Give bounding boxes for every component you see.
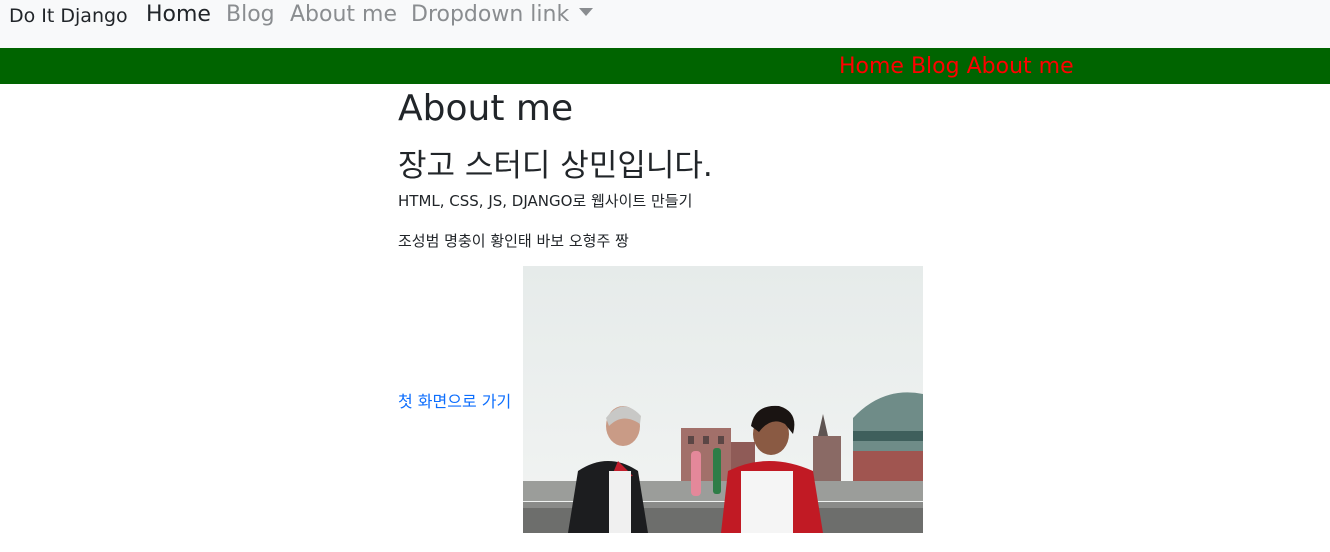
nav-dropdown-toggle[interactable]: Dropdown link [411, 2, 594, 27]
caret-down-icon [579, 8, 594, 16]
dropdown-label: Dropdown link [411, 2, 570, 27]
sub-nav-links: Home Blog About me [839, 54, 1074, 79]
sub-nav-link-blog[interactable]: Blog [911, 54, 960, 79]
page-subtitle: 장고 스터디 상민입니다. [398, 148, 713, 184]
nav-link-home[interactable]: Home [146, 2, 211, 27]
page-title: About me [398, 88, 574, 129]
nav-link-blog[interactable]: Blog [226, 2, 275, 27]
back-to-home-link[interactable]: 첫 화면으로 가기 [398, 388, 511, 412]
nav-link-about-me[interactable]: About me [290, 2, 397, 27]
sub-nav-link-about-me[interactable]: About me [967, 54, 1074, 79]
members-paragraph: 조성범 명충이 황인태 바보 오형주 짱 [398, 232, 629, 250]
sub-nav-link-home[interactable]: Home [839, 54, 904, 79]
sub-navbar: Home Blog About me [0, 48, 1330, 84]
intro-paragraph: HTML, CSS, JS, DJANGO로 웹사이트 만들기 [398, 192, 693, 210]
about-photo [523, 266, 923, 533]
top-navbar: Do It Django Home Blog About me Dropdown… [0, 0, 1330, 48]
navbar-brand[interactable]: Do It Django [9, 5, 128, 27]
